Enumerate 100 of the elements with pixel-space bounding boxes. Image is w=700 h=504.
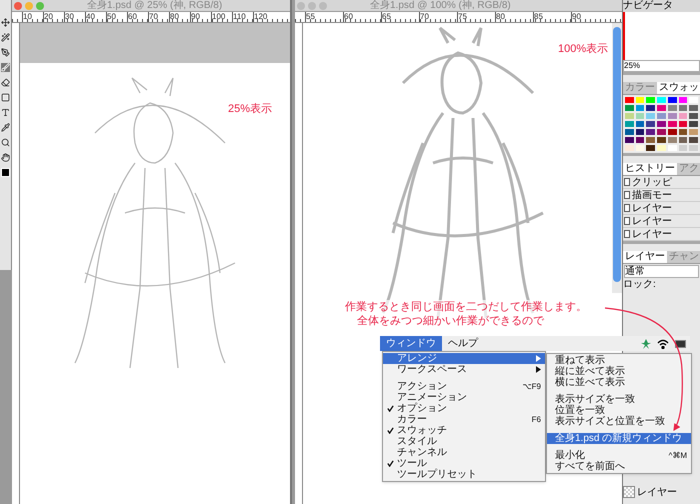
move-icon[interactable] <box>1 18 10 27</box>
color-swatch[interactable] <box>678 144 688 152</box>
color-swatch[interactable] <box>656 96 667 104</box>
panel-tab[interactable]: ナビゲータ <box>623 0 700 12</box>
color-swatch[interactable] <box>634 120 646 128</box>
menu-item[interactable]: 全身1.psd の新規ウィンドウ <box>547 433 691 444</box>
color-swatch[interactable] <box>666 104 678 112</box>
wifi-icon[interactable] <box>657 338 669 348</box>
color-swatch[interactable] <box>624 96 635 104</box>
color-swatch[interactable] <box>656 136 667 144</box>
menu-item[interactable]: アクション ⌥F9 <box>383 381 545 392</box>
color-swatch[interactable] <box>645 112 656 120</box>
color-swatch[interactable] <box>688 136 699 144</box>
menu-item[interactable]: スタイル <box>383 436 545 447</box>
panel-tab[interactable]: ヒストリー <box>623 163 677 175</box>
menu-item[interactable]: アニメーション <box>383 392 545 403</box>
color-swatch[interactable] <box>678 120 688 128</box>
zoom-icon[interactable] <box>1 138 10 147</box>
color-swatch[interactable] <box>645 144 656 152</box>
color-swatch[interactable] <box>634 112 646 120</box>
color-swatch[interactable] <box>645 96 656 104</box>
color-swatch[interactable] <box>656 128 667 136</box>
menu-item[interactable]: 表示サイズと位置を一致 <box>547 416 691 427</box>
color-swatch[interactable] <box>656 112 667 120</box>
color-swatch[interactable] <box>688 112 699 120</box>
menu-item[interactable]: ツールプリセット <box>383 469 545 480</box>
panel-tab[interactable]: スウォッ <box>657 82 700 94</box>
history-item[interactable]: レイヤー <box>632 202 672 214</box>
leaf-icon[interactable] <box>641 338 651 348</box>
brush-icon[interactable] <box>1 63 10 72</box>
color-swatch[interactable] <box>624 144 635 152</box>
menu-item[interactable]: カラー F6 <box>383 414 545 425</box>
history-item[interactable]: レイヤー <box>632 216 672 226</box>
color-swatch[interactable] <box>645 128 656 136</box>
history-item[interactable]: レイヤー <box>632 228 672 240</box>
menu-item[interactable]: 位置を一致 <box>547 405 691 416</box>
color-swatch[interactable] <box>688 128 699 136</box>
color-swatch[interactable] <box>688 96 699 104</box>
panel-tab[interactable]: レイヤー <box>623 251 667 263</box>
color-swatch[interactable] <box>634 144 646 152</box>
color-swatch[interactable] <box>634 136 646 144</box>
color-swatch[interactable] <box>634 104 646 112</box>
menu-item[interactable]: 表示サイズを一致 <box>547 394 691 405</box>
color-swatch[interactable] <box>624 136 635 144</box>
color-swatch[interactable] <box>666 128 678 136</box>
menu-item[interactable]: 重ねて表示 <box>547 355 691 366</box>
menu-item[interactable]: スウォッチ <box>383 425 545 436</box>
zoom-field[interactable]: 25% <box>623 60 700 72</box>
history-item[interactable]: 描画モー <box>632 190 672 200</box>
menu-item[interactable]: 横に並べて表示 <box>547 377 691 388</box>
color-swatch[interactable] <box>624 128 635 136</box>
color-swatch[interactable] <box>678 96 688 104</box>
menu-item[interactable]: チャンネル <box>383 447 545 458</box>
menu-item[interactable]: 最小化 ^⌘M <box>547 450 691 461</box>
layer-name[interactable]: レイヤー <box>637 486 677 498</box>
color-swatch[interactable] <box>666 96 678 104</box>
color-swatch[interactable] <box>678 128 688 136</box>
color-swatch[interactable] <box>645 136 656 144</box>
color-swatch[interactable] <box>678 104 688 112</box>
menu-title[interactable]: ヘルプ <box>442 336 484 351</box>
color-swatch[interactable] <box>634 96 646 104</box>
color-swatch[interactable] <box>624 104 635 112</box>
color-swatch[interactable] <box>688 104 699 112</box>
color-swatch[interactable] <box>624 112 635 120</box>
color-swatch[interactable] <box>666 144 678 152</box>
color-swatch[interactable] <box>656 144 667 152</box>
scroll-thumb[interactable] <box>613 27 621 282</box>
color-swatch[interactable] <box>688 144 699 152</box>
menu-item[interactable]: ツール <box>383 458 545 469</box>
color-swatch[interactable] <box>656 120 667 128</box>
color-swatch[interactable] <box>624 120 635 128</box>
display-icon[interactable] <box>675 340 686 348</box>
eyedropper-icon[interactable] <box>1 123 10 132</box>
color-swatch[interactable] <box>678 112 688 120</box>
color-swatch[interactable] <box>666 120 678 128</box>
pen-icon[interactable] <box>1 48 10 57</box>
blend-mode-field[interactable]: 通常 <box>624 265 699 278</box>
history-item[interactable]: クリッピ <box>632 176 672 188</box>
menu-item[interactable]: ワークスペース <box>383 364 545 375</box>
menu-item[interactable]: オプション <box>383 403 545 414</box>
menu-item[interactable]: 縦に並べて表示 <box>547 366 691 377</box>
color-swatch[interactable] <box>656 104 667 112</box>
menu-item[interactable]: アレンジ <box>383 353 545 364</box>
color-swatch-icon[interactable] <box>1 168 10 177</box>
color-swatch[interactable] <box>634 128 646 136</box>
menu-title[interactable]: ウィンドウ <box>380 336 442 351</box>
color-swatch[interactable] <box>688 120 699 128</box>
color-swatch[interactable] <box>645 104 656 112</box>
color-swatch[interactable] <box>678 136 688 144</box>
rectangle-icon[interactable] <box>1 93 10 102</box>
eraser-icon[interactable] <box>1 78 10 87</box>
checkmark-icon <box>386 405 394 412</box>
wand-icon[interactable] <box>1 33 10 42</box>
scrollbar[interactable] <box>612 23 622 293</box>
color-swatch[interactable] <box>666 112 678 120</box>
hand-icon[interactable] <box>1 153 10 162</box>
color-swatch[interactable] <box>645 120 656 128</box>
menu-item[interactable]: すべてを前面へ <box>547 461 691 472</box>
color-swatch[interactable] <box>666 136 678 144</box>
text-tool-icon[interactable] <box>1 108 10 117</box>
